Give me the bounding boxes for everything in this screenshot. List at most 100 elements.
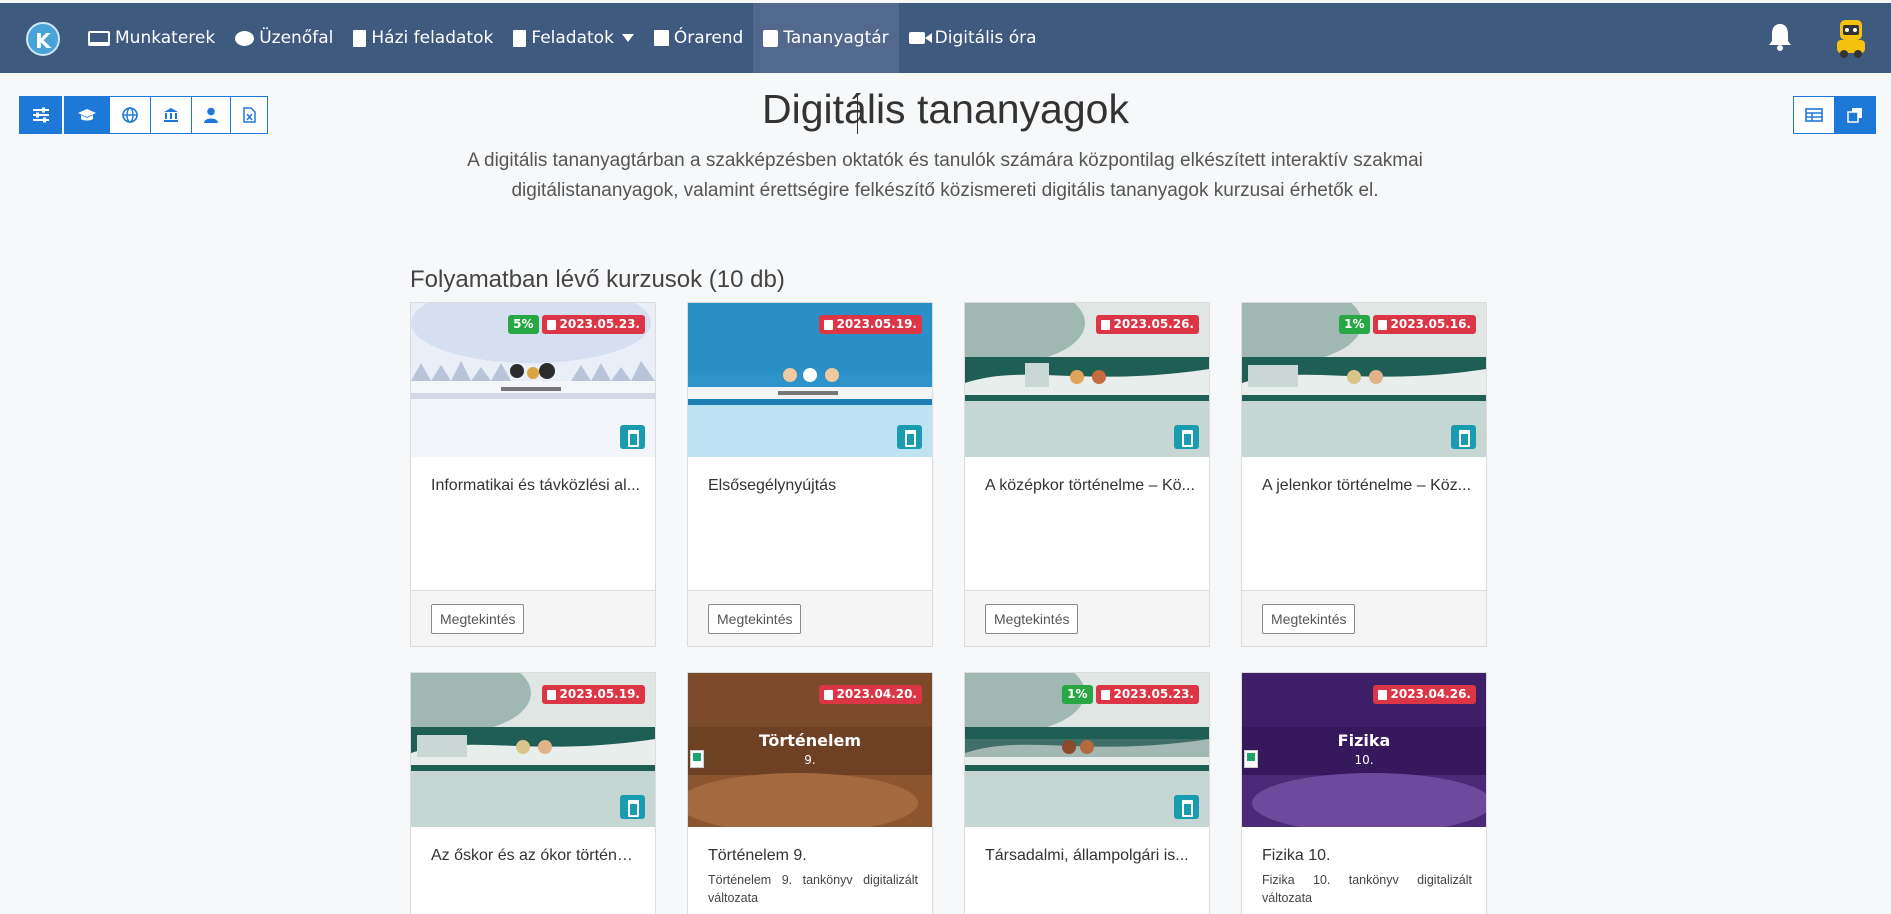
- deadline-badge: 2023.04.26.: [1372, 685, 1476, 704]
- nav-label: Üzenőfal: [259, 28, 334, 48]
- deadline-badge: 2023.05.19.: [541, 685, 645, 704]
- course-thumbnail: 2023.05.19.: [688, 303, 932, 457]
- course-card[interactable]: 2023.05.19. Elsősegélynyújtás Megtekinté…: [687, 302, 933, 647]
- deadline-date: 2023.05.16.: [1390, 317, 1471, 331]
- nav-label: Házi feladatok: [371, 28, 494, 48]
- progress-badge: 1%: [1062, 685, 1093, 704]
- nav-label: Feladatok: [531, 28, 614, 48]
- course-card[interactable]: Történelem 9. 2023.04.20. Történelem 9. …: [687, 672, 933, 914]
- nav-label: Munkaterek: [115, 28, 216, 48]
- course-type-icon: [1174, 425, 1199, 449]
- course-badges: 5% 2023.05.23.: [508, 315, 645, 334]
- course-badges: 1% 2023.05.16.: [1339, 315, 1476, 334]
- course-description: Történelem 9. tankönyv digitalizált vált…: [708, 873, 918, 905]
- course-badges: 1% 2023.05.23.: [1062, 685, 1199, 704]
- calendar-icon: [546, 319, 556, 330]
- file-icon: [353, 29, 367, 47]
- course-type-icon: [1174, 795, 1199, 819]
- course-thumbnail: Történelem 9. 2023.04.20.: [688, 673, 932, 827]
- deadline-badge: 2023.05.23.: [1095, 685, 1199, 704]
- nav-item-feladatok[interactable]: Feladatok: [503, 3, 644, 73]
- nav-label: Órarend: [673, 28, 744, 48]
- nav-item-munkaterek[interactable]: Munkaterek: [78, 3, 225, 73]
- course-title: Elsősegélynyújtás: [708, 477, 837, 494]
- view-course-button[interactable]: Megtekintés: [1262, 604, 1356, 634]
- course-title: Társadalmi, állampolgári is...: [985, 847, 1189, 864]
- caret-down-icon: [621, 34, 634, 42]
- section-title: Folyamatban lévő kurzusok (10 db): [410, 266, 785, 293]
- course-title: Az őskor és az ókor történel...: [431, 847, 641, 864]
- course-thumbnail: 1% 2023.05.16.: [1242, 303, 1486, 457]
- course-thumbnail: 2023.05.19.: [411, 673, 655, 827]
- nav-item-orarend[interactable]: Órarend: [644, 3, 753, 73]
- course-description: Fizika 10. tankönyv digitalizált változa…: [1262, 873, 1472, 905]
- card-footer: Megtekintés: [965, 590, 1209, 646]
- course-badges: 2023.04.26.: [1372, 685, 1476, 704]
- deadline-date: 2023.05.23.: [1113, 687, 1194, 701]
- main-nav: Munkaterek Üzenőfal Házi feladatok Felad…: [78, 3, 1047, 73]
- progress-badge: 1%: [1339, 315, 1370, 334]
- laptop-icon: [88, 30, 110, 46]
- nav-item-digitalis-ora[interactable]: Digitális óra: [899, 3, 1047, 73]
- course-card[interactable]: 1% 2023.05.23. Társadalmi, állampolgári …: [964, 672, 1210, 914]
- course-badges: 2023.04.20.: [818, 685, 922, 704]
- deadline-badge: 2023.05.19.: [818, 315, 922, 334]
- course-title: Informatikai és távközlési al...: [431, 477, 640, 494]
- view-course-button[interactable]: Megtekintés: [708, 604, 802, 634]
- calendar-icon: [823, 689, 833, 700]
- notification-bell-icon[interactable]: [1767, 22, 1793, 52]
- calendar-icon: [823, 319, 833, 330]
- course-thumbnail: 1% 2023.05.23.: [965, 673, 1209, 827]
- book-icon: [763, 29, 779, 47]
- nav-label: Tananyagtár: [783, 28, 889, 48]
- deadline-badge: 2023.05.16.: [1372, 315, 1476, 334]
- clipboard-icon: [513, 29, 527, 47]
- course-title: Történelem 9.: [708, 847, 807, 864]
- course-type-icon: [620, 795, 645, 819]
- view-course-button[interactable]: Megtekintés: [431, 604, 525, 634]
- course-badges: 2023.05.26.: [1095, 315, 1199, 334]
- card-footer: Megtekintés: [1242, 590, 1486, 646]
- book-cover-title: Fizika: [1337, 731, 1391, 750]
- calendar-icon: [653, 30, 669, 46]
- course-title: Fizika 10.: [1262, 847, 1331, 864]
- course-type-icon: [897, 425, 922, 449]
- deadline-badge: 2023.04.20.: [818, 685, 922, 704]
- deadline-date: 2023.05.26.: [1113, 317, 1194, 331]
- calendar-icon: [1377, 689, 1387, 700]
- course-thumbnail: Fizika 10. 2023.04.26.: [1242, 673, 1486, 827]
- deadline-date: 2023.05.19.: [836, 317, 917, 331]
- nav-item-uzenofal[interactable]: Üzenőfal: [225, 3, 343, 73]
- user-avatar[interactable]: [1832, 18, 1870, 58]
- deadline-date: 2023.04.20.: [836, 687, 917, 701]
- video-icon: [908, 32, 932, 44]
- page-intro: A digitális tananyagtárban a szakképzésb…: [467, 150, 1423, 201]
- calendar-icon: [1100, 689, 1110, 700]
- deadline-date: 2023.05.19.: [559, 687, 640, 701]
- app-logo[interactable]: K: [26, 22, 60, 56]
- book-cover-grade: 9.: [804, 753, 816, 767]
- calendar-icon: [546, 689, 556, 700]
- card-footer: Megtekintés: [688, 590, 932, 646]
- card-footer: Megtekintés: [411, 590, 655, 646]
- course-type-icon: [620, 425, 645, 449]
- nav-item-hazi-feladatok[interactable]: Házi feladatok: [343, 3, 503, 73]
- nav-item-tananyagtar[interactable]: Tananyagtár: [753, 3, 899, 73]
- course-thumbnail: 5% 2023.05.23.: [411, 303, 655, 457]
- nav-label: Digitális óra: [934, 28, 1037, 48]
- course-badges: 2023.05.19.: [818, 315, 922, 334]
- page-title: Digitális tananyagok: [762, 86, 1129, 132]
- course-card[interactable]: Fizika 10. 2023.04.26. Fizika 10. Fizika…: [1241, 672, 1487, 914]
- course-title: A középkor történelme – Kö...: [985, 477, 1195, 494]
- course-card[interactable]: 1% 2023.05.16. A jelenkor történelme – K…: [1241, 302, 1487, 647]
- course-card[interactable]: 2023.05.19. Az őskor és az ókor történel…: [410, 672, 656, 914]
- book-cover-title: Történelem: [758, 731, 862, 750]
- deadline-badge: 2023.05.26.: [1095, 315, 1199, 334]
- chat-icon: [235, 30, 255, 46]
- view-course-button[interactable]: Megtekintés: [985, 604, 1079, 634]
- course-card[interactable]: 5% 2023.05.23. Informatikai és távközlés…: [410, 302, 656, 647]
- course-card[interactable]: 2023.05.26. A középkor történelme – Kö..…: [964, 302, 1210, 647]
- course-thumbnail: 2023.05.26.: [965, 303, 1209, 457]
- course-title: A jelenkor történelme – Köz...: [1262, 477, 1471, 494]
- course-badges: 2023.05.19.: [541, 685, 645, 704]
